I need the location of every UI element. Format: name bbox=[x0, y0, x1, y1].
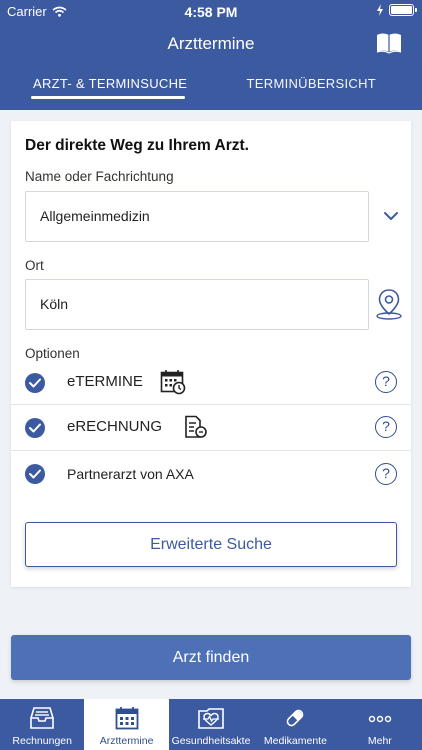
option-erechnung[interactable]: eRECHNUNG ? bbox=[11, 405, 411, 451]
tabbar-item-medikamente[interactable]: Medikamente bbox=[253, 699, 337, 750]
tabbar-item-mehr[interactable]: Mehr bbox=[338, 699, 422, 750]
tabbar-label: Medikamente bbox=[263, 735, 327, 747]
help-icon[interactable]: ? bbox=[375, 463, 397, 485]
tabbar-item-rechnungen[interactable]: Rechnungen bbox=[0, 699, 84, 750]
checkbox-checked-icon[interactable] bbox=[25, 464, 45, 484]
charging-icon bbox=[377, 4, 383, 16]
tab-arzt-terminsuche[interactable]: ARZT- & TERMINSUCHE bbox=[33, 76, 187, 91]
advanced-search-button[interactable]: Erweiterte Suche bbox=[25, 522, 397, 567]
tabbar-label: Gesundheitsakte bbox=[171, 735, 251, 747]
find-doctor-button[interactable]: Arzt finden bbox=[11, 635, 411, 680]
option-partnerarzt[interactable]: Partnerarzt von AXA ? bbox=[11, 451, 411, 497]
battery-icon bbox=[389, 4, 417, 16]
option-label: eRECHNUNG bbox=[67, 418, 163, 435]
calendar-clock-icon bbox=[160, 370, 186, 395]
ort-field-label: Ort bbox=[25, 258, 44, 273]
ort-input[interactable]: Köln bbox=[25, 279, 369, 330]
invoice-icon bbox=[185, 415, 207, 438]
health-folder-icon bbox=[198, 708, 224, 729]
active-tab-indicator bbox=[31, 96, 185, 99]
page-title: Arzttermine bbox=[167, 34, 255, 53]
pill-icon bbox=[287, 709, 304, 727]
tabbar-item-gesundheitsakte[interactable]: Gesundheitsakte bbox=[169, 699, 253, 750]
tabbar-label: Rechnungen bbox=[12, 735, 72, 747]
tabbar-item-arzttermine[interactable]: Arzttermine bbox=[84, 699, 169, 750]
calendar-icon bbox=[115, 707, 139, 730]
name-field-label: Name oder Fachrichtung bbox=[25, 169, 174, 184]
book-icon[interactable] bbox=[376, 32, 402, 54]
status-bar: Carrier 4:58 PM bbox=[0, 0, 422, 22]
tabbar-label: Mehr bbox=[367, 735, 392, 747]
bottom-tab-bar: Rechnungen Arzttermine Gesundheitsakte M… bbox=[0, 699, 422, 750]
chevron-down-icon[interactable] bbox=[383, 210, 399, 222]
checkbox-checked-icon[interactable] bbox=[25, 418, 45, 438]
option-etermine[interactable]: eTERMINE ? bbox=[11, 359, 411, 405]
more-icon bbox=[368, 715, 392, 723]
name-input[interactable]: Allgemeinmedizin bbox=[25, 191, 369, 242]
checkbox-checked-icon[interactable] bbox=[25, 373, 45, 393]
help-icon[interactable]: ? bbox=[375, 371, 397, 393]
location-pin-icon[interactable] bbox=[374, 288, 404, 320]
help-icon[interactable]: ? bbox=[375, 416, 397, 438]
option-label: Partnerarzt von AXA bbox=[67, 466, 194, 482]
tab-terminuebersicht[interactable]: TERMINÜBERSICHT bbox=[247, 76, 376, 91]
header: Carrier 4:58 PM Arzttermine ARZT- & TERM… bbox=[0, 0, 422, 110]
search-card: Der direkte Weg zu Ihrem Arzt. Name oder… bbox=[11, 121, 411, 587]
status-time: 4:58 PM bbox=[184, 4, 238, 20]
card-heading: Der direkte Weg zu Ihrem Arzt. bbox=[25, 137, 249, 154]
inbox-icon bbox=[30, 707, 55, 729]
option-label: eTERMINE bbox=[67, 373, 143, 390]
tabbar-label: Arzttermine bbox=[99, 735, 154, 747]
